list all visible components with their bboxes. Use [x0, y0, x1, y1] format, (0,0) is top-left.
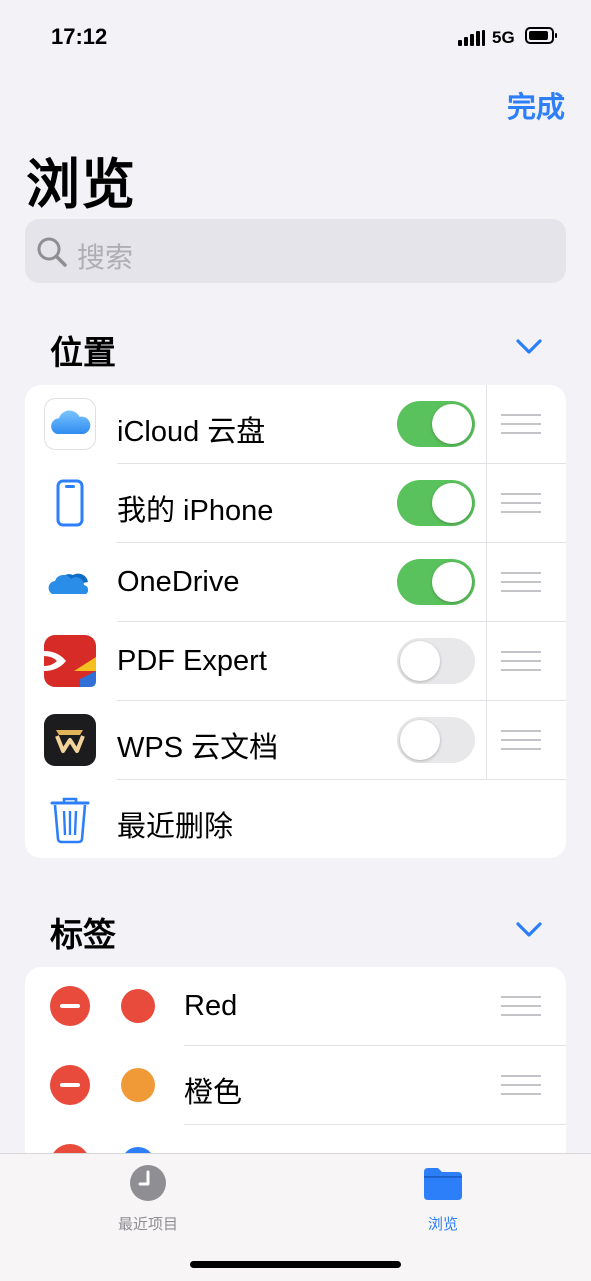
tag-color-dot [121, 989, 155, 1023]
clock-icon [130, 1165, 166, 1201]
trash-icon [44, 793, 96, 845]
reorder-handle-icon[interactable] [501, 996, 541, 1016]
search-placeholder: 搜索 [77, 242, 134, 273]
reorder-handle-icon[interactable] [501, 493, 541, 513]
locations-list: iCloud 云盘 我的 iPhone OneDrive PDF Expert … [25, 385, 566, 858]
tag-row[interactable]: 橙色 [25, 1046, 566, 1125]
icloud-icon [44, 398, 96, 450]
locations-section-title: 位置 [50, 334, 116, 371]
location-toggle[interactable] [397, 717, 475, 763]
tag-label: 橙色 [184, 1077, 243, 1109]
tag-label: Red [184, 990, 238, 1022]
tab-recents[interactable]: 最近项目 [88, 1164, 208, 1234]
onedrive-icon [44, 556, 96, 608]
location-row-recently-deleted[interactable]: 最近删除 [25, 780, 566, 858]
chevron-down-icon[interactable] [515, 338, 543, 356]
delete-tag-button[interactable] [50, 1065, 90, 1105]
location-row-iphone[interactable]: 我的 iPhone [25, 464, 566, 543]
reorder-handle-icon[interactable] [501, 1075, 541, 1095]
done-button[interactable]: 完成 [507, 84, 565, 126]
reorder-handle-icon[interactable] [501, 730, 541, 750]
tag-color-dot [121, 1068, 155, 1102]
location-label: OneDrive [117, 566, 240, 598]
delete-tag-button[interactable] [50, 986, 90, 1026]
location-label: 我的 iPhone [117, 495, 274, 527]
location-label: iCloud 云盘 [117, 416, 266, 448]
location-label: WPS 云文档 [117, 732, 279, 764]
location-toggle[interactable] [397, 401, 475, 447]
location-row-wps[interactable]: WPS 云文档 [25, 701, 566, 780]
location-row-onedrive[interactable]: OneDrive [25, 543, 566, 622]
search-field[interactable]: 搜索 [25, 219, 566, 283]
location-toggle[interactable] [397, 480, 475, 526]
tab-browse[interactable]: 浏览 [383, 1164, 503, 1234]
location-row-pdf-expert[interactable]: PDF Expert [25, 622, 566, 701]
status-bar: 17:12 5G [0, 0, 591, 74]
folder-icon [424, 1168, 462, 1200]
reorder-handle-icon[interactable] [501, 651, 541, 671]
location-row-icloud[interactable]: iCloud 云盘 [25, 385, 566, 464]
tab-label: 浏览 [427, 1216, 458, 1233]
tag-row[interactable]: Red [25, 967, 566, 1046]
tab-label: 最近项目 [117, 1216, 178, 1233]
tags-section-title: 标签 [50, 916, 116, 953]
location-label: PDF Expert [117, 645, 267, 677]
location-toggle[interactable] [397, 559, 475, 605]
reorder-handle-icon[interactable] [501, 572, 541, 592]
battery-icon [525, 27, 557, 44]
pdf-expert-icon [44, 635, 96, 687]
reorder-handle-icon[interactable] [501, 414, 541, 434]
search-icon [37, 237, 67, 267]
chevron-down-icon[interactable] [515, 921, 543, 939]
iphone-icon [44, 477, 96, 529]
status-time: 17:12 [51, 24, 108, 49]
page-title: 浏览 [26, 155, 136, 215]
signal-icon [458, 30, 486, 46]
home-indicator [190, 1261, 401, 1268]
location-label: 最近删除 [117, 811, 234, 843]
network-type: 5G [492, 28, 515, 47]
location-toggle[interactable] [397, 638, 475, 684]
wps-icon [44, 714, 96, 766]
